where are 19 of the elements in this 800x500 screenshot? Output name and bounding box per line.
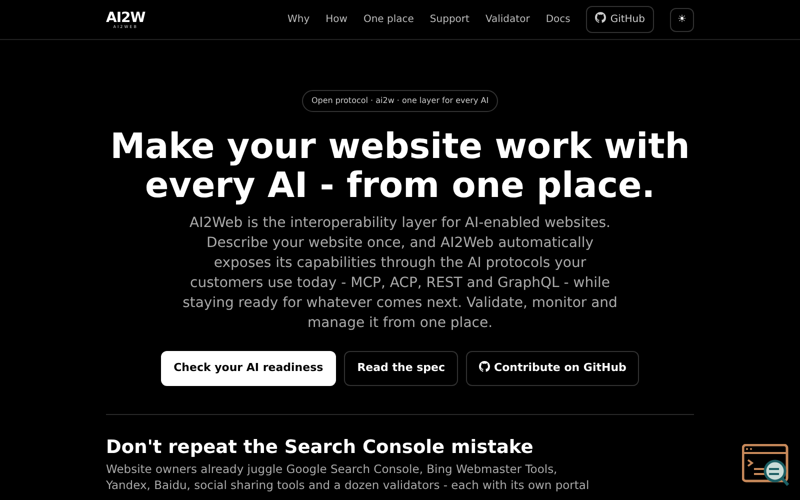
nav-link[interactable]: Docs — [546, 12, 570, 27]
github-button[interactable]: GitHub — [586, 6, 654, 33]
readiness-button[interactable]: Check your AI readiness — [160, 351, 336, 386]
nav-link[interactable]: How — [326, 12, 348, 27]
nav-link[interactable]: Support — [430, 12, 470, 27]
github-button[interactable]: Contribute on GitHub — [466, 351, 640, 386]
nav-link[interactable]: One place — [363, 12, 414, 27]
nav-link[interactable]: Why — [287, 12, 310, 27]
protocol-badge: Open protocol · ai2w · one layer for every AI — [302, 90, 498, 112]
github-icon — [595, 12, 606, 23]
nav-link[interactable]: Validator — [485, 12, 530, 27]
theme-toggle-button[interactable]: ☀ — [670, 8, 694, 32]
spec-button[interactable]: Read the spec — [344, 351, 458, 386]
browser-search-icon[interactable] — [742, 444, 790, 488]
section-title: Don't repeat the Search Console mistake — [106, 436, 534, 459]
github-icon — [479, 361, 490, 372]
hero-title: Make your website work with every AI - from one place. — [109, 128, 691, 205]
section-text: Website owners already juggle Google Search Console, Bing Webmaster Tools, Yandex, Baidu, social sharing tools and a dozen validators - each with its own portal — [106, 460, 590, 493]
hero-description: AI2Web is the interoperability layer for AI-enabled websites. Describe your website once, and AI2Web automatically exposes its capabilities through the AI protocols your customers use today - MCP, ACP, REST and GraphQL - while staying ready for whatever comes next. Validate, monitor and manage it from one place. — [182, 214, 618, 333]
